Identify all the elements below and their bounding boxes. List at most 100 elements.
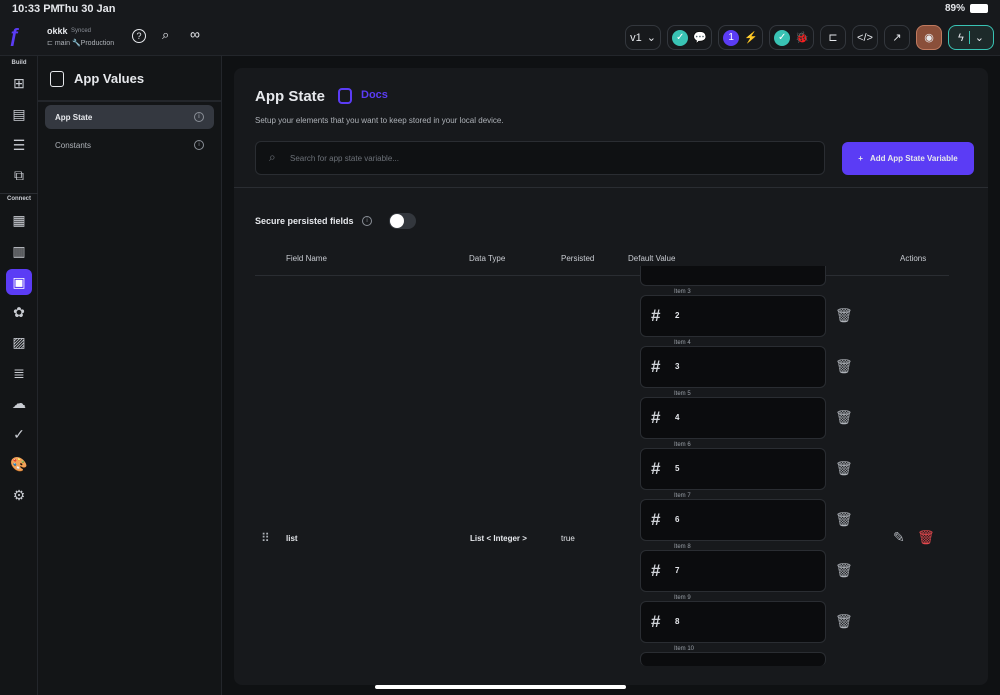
chevron-down-icon[interactable]: ⌄	[968, 31, 984, 44]
drag-handle-icon[interactable]: ⠿	[261, 531, 270, 545]
lightning-icon: ϟ	[957, 31, 964, 44]
item-value[interactable]: 5	[675, 464, 679, 473]
list-item-field[interactable]: Item 6 #5	[640, 442, 826, 490]
check-icon: ✓	[672, 29, 689, 46]
docs-icon[interactable]	[338, 88, 352, 104]
media-icon[interactable]: ▨	[6, 329, 32, 355]
sync-status: Synced	[71, 28, 92, 34]
item-value[interactable]: 4	[675, 413, 679, 422]
secure-persisted-toggle[interactable]	[389, 213, 416, 229]
delete-item-trash-icon[interactable]: 🗑	[835, 511, 853, 528]
battery-icon	[970, 4, 988, 13]
home-indicator	[375, 685, 626, 689]
item-value[interactable]: 2	[675, 311, 679, 320]
search-placeholder: Search for app state variable...	[290, 154, 399, 163]
list-item-field[interactable]: Item 4 #3	[640, 340, 826, 388]
list-item-field[interactable]: Item 10	[640, 646, 826, 666]
version-label: v1	[630, 31, 642, 44]
item-label: Item 8	[671, 544, 694, 550]
app-state-card: App State Docs Setup your elements that …	[234, 68, 988, 685]
hash-icon: #	[651, 408, 661, 427]
debug-button[interactable]: ✓ 🐞	[769, 25, 814, 50]
nav-item-app-state[interactable]: App State i	[45, 105, 214, 129]
project-name[interactable]: okkk	[47, 26, 68, 36]
list-item-field[interactable]: Item 8 #7	[640, 544, 826, 592]
data-type: List < Integer >	[470, 534, 527, 543]
item-value[interactable]: 6	[675, 515, 679, 524]
cloud-icon[interactable]: ☁	[6, 390, 32, 416]
status-bar: 10:33 PM Thu 30 Jan 89%	[0, 0, 1000, 18]
database-icon[interactable]: ▦	[6, 207, 32, 233]
branch-label[interactable]: ⊏ main 🔧Production	[47, 39, 114, 47]
theme-icon[interactable]: 🎨	[6, 451, 32, 477]
column-header-actions: Actions	[900, 254, 927, 263]
notification-badge: 1	[723, 29, 740, 46]
delete-item-trash-icon[interactable]: 🗑	[835, 409, 853, 426]
plus-icon: +	[858, 154, 863, 163]
column-header-data-type: Data Type	[469, 254, 506, 263]
settings-gear-icon[interactable]: ⚙	[6, 482, 32, 508]
icon-rail: Build ⊞ ▤ ☰ ⧉ Connect ▦ ▥ ▣ ✿ ▨ ≣ ☁ ✓ 🎨 …	[0, 56, 38, 695]
version-dropdown[interactable]: v1 ⌄	[625, 25, 661, 50]
link-icon[interactable]: ∞	[190, 26, 200, 42]
comment-icon: 💬	[693, 32, 707, 44]
flow-icon[interactable]: ⊏	[820, 25, 846, 50]
delete-trash-icon[interactable]: 🗑	[917, 529, 935, 546]
item-value[interactable]: 8	[675, 617, 679, 626]
column-header-persisted: Persisted	[561, 254, 595, 263]
logo-icon[interactable]: ƒ	[9, 26, 29, 46]
pages-icon[interactable]: ▤	[6, 101, 32, 127]
actions-button[interactable]: 1 ⚡	[718, 25, 763, 50]
hash-icon: #	[651, 459, 661, 478]
delete-item-trash-icon[interactable]: 🗑	[835, 613, 853, 630]
item-label: Item 7	[671, 493, 694, 499]
list-item-field[interactable]: Item 9 #8	[640, 595, 826, 643]
persisted-value: true	[561, 534, 575, 543]
docs-link[interactable]: Docs	[361, 89, 388, 101]
search-input[interactable]: ⌕ Search for app state variable...	[255, 141, 825, 175]
info-icon[interactable]: i	[194, 140, 204, 150]
tree-list-icon[interactable]: ☰	[6, 132, 32, 158]
info-icon[interactable]: i	[194, 112, 204, 122]
list-item-partial[interactable]	[640, 266, 826, 286]
item-value[interactable]: 7	[675, 566, 679, 575]
edit-pencil-icon[interactable]: ✎	[893, 529, 905, 546]
build-label: Build	[11, 60, 27, 66]
delete-item-trash-icon[interactable]: 🗑	[835, 358, 853, 375]
search-icon[interactable]: ⌕	[162, 27, 169, 43]
delete-item-trash-icon[interactable]: 🗑	[835, 460, 853, 477]
components-icon[interactable]: ⧉	[6, 162, 32, 188]
button-label: Add App State Variable	[869, 154, 958, 163]
add-app-state-variable-button[interactable]: + Add App State Variable	[842, 142, 974, 175]
delete-item-trash-icon[interactable]: 🗑	[835, 307, 853, 324]
list-item-field[interactable]: Item 3 #2	[640, 289, 826, 337]
hash-icon: #	[651, 510, 661, 529]
open-external-icon[interactable]: ↗	[884, 25, 910, 50]
tests-icon[interactable]: ✓	[6, 421, 32, 447]
list-item-field[interactable]: Item 5 #4	[640, 391, 826, 439]
connect-label: Connect	[7, 196, 31, 202]
comments-button[interactable]: ✓ 💬	[667, 25, 712, 50]
api-icon[interactable]: ▥	[6, 238, 32, 264]
preview-eye-icon[interactable]: ◉	[916, 25, 942, 50]
item-label: Item 4	[671, 340, 694, 346]
hash-icon: #	[651, 357, 661, 376]
integrations-icon[interactable]: ✿	[6, 299, 32, 325]
info-icon[interactable]: i	[362, 216, 372, 226]
hash-icon: #	[651, 612, 661, 631]
app-values-icon[interactable]: ▣	[6, 269, 32, 295]
item-value[interactable]: 3	[675, 362, 679, 371]
item-label: Item 9	[671, 595, 694, 601]
logs-icon[interactable]: ≣	[6, 360, 32, 386]
delete-item-trash-icon[interactable]: 🗑	[835, 562, 853, 579]
help-icon[interactable]: ?	[132, 29, 146, 43]
add-widget-icon[interactable]: ⊞	[6, 70, 32, 96]
nav-item-constants[interactable]: Constants i	[45, 133, 214, 157]
secure-persisted-label: Secure persisted fields	[255, 216, 354, 226]
page-description: Setup your elements that you want to kee…	[255, 116, 504, 125]
list-item-field[interactable]: Item 7 #6	[640, 493, 826, 541]
column-header-field-name: Field Name	[286, 254, 327, 263]
code-icon[interactable]: </>	[852, 25, 878, 50]
item-label: Item 5	[671, 391, 694, 397]
run-button[interactable]: ϟ ⌄	[948, 25, 994, 50]
